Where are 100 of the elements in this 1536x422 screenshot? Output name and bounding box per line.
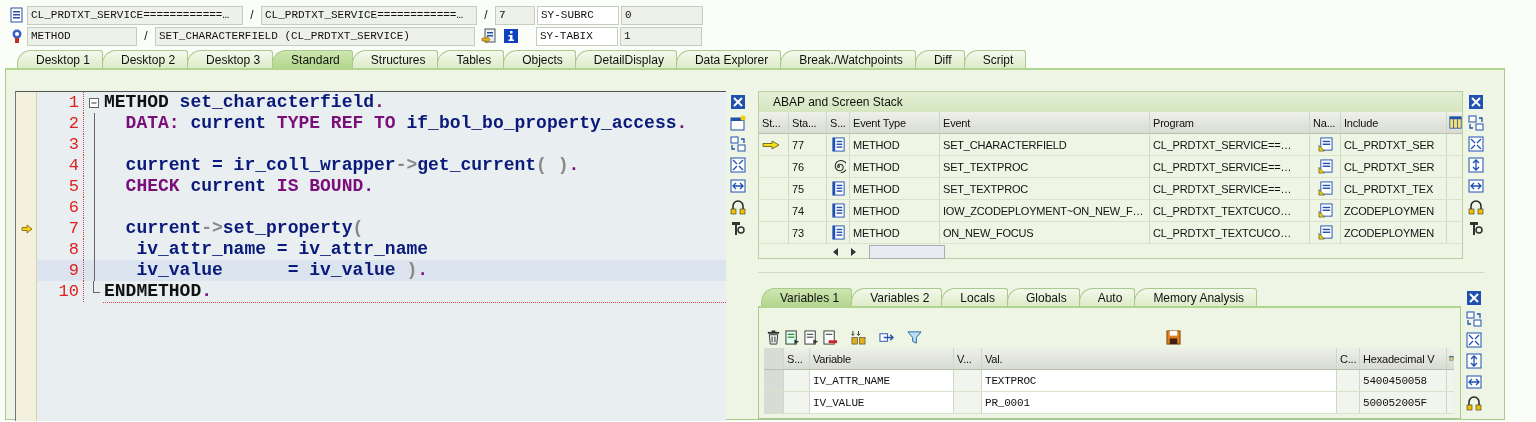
arch-icon[interactable] [730, 199, 746, 215]
document-remove-icon[interactable] [823, 330, 838, 345]
column-header[interactable]: Variable [810, 348, 954, 369]
tab[interactable]: Memory Analysis [1134, 288, 1258, 306]
table-cell: ZCODEPLOYMEN [1341, 222, 1447, 243]
table-cell: 5400450058 [1360, 370, 1447, 391]
line-field[interactable]: 7 [495, 5, 535, 25]
variable-input[interactable]: IV_VALUE [810, 392, 954, 413]
event-type-field[interactable]: METHOD [27, 26, 137, 46]
close-icon[interactable] [1468, 94, 1484, 110]
tab[interactable]: Desktop 3 [187, 50, 274, 68]
scroll-left-icon[interactable] [833, 248, 838, 256]
tab[interactable]: DetailDisplay [574, 50, 677, 68]
tab[interactable]: Diff [914, 50, 965, 68]
export-arrow-icon[interactable] [879, 330, 894, 345]
column-header[interactable]: St... [759, 112, 789, 133]
arch-icon[interactable] [1466, 395, 1482, 411]
program-field[interactable]: CL_PRDTXT_SERVICE============… [27, 5, 243, 25]
column-header[interactable]: Sta... [789, 112, 827, 133]
expand-icon[interactable] [730, 157, 746, 173]
column-header[interactable]: Na... [1310, 112, 1341, 133]
vertical-arrows-icon[interactable] [1468, 157, 1484, 173]
horizontal-arrows-icon[interactable] [1466, 374, 1482, 390]
tab[interactable]: Locals [941, 288, 1008, 306]
swap-icon[interactable] [730, 136, 746, 152]
expand-icon[interactable] [1468, 136, 1484, 152]
tool-icon[interactable] [1468, 220, 1484, 236]
info-icon[interactable] [503, 28, 519, 44]
scrollbar-thumb[interactable] [869, 245, 945, 259]
tab[interactable]: Desktop 1 [17, 50, 104, 68]
column-settings-icon[interactable] [1449, 115, 1462, 130]
line-number: 3 [37, 134, 84, 155]
navigate-icon[interactable] [1317, 137, 1333, 152]
navigate-icon[interactable] [1317, 225, 1333, 240]
column-header[interactable]: Event Type [850, 112, 940, 133]
close-icon[interactable] [1466, 290, 1482, 306]
line-number: 9 [37, 260, 84, 281]
column-header[interactable]: Include [1341, 112, 1447, 133]
arch-icon[interactable] [1468, 199, 1484, 215]
tab[interactable]: Objects [503, 50, 576, 68]
field-name-input[interactable]: SY-TABIX [536, 26, 618, 46]
tab[interactable]: Break./Watchpoints [780, 50, 916, 68]
table-cell: METHOD [850, 156, 940, 177]
funnel-icon[interactable] [907, 330, 922, 345]
table-cell: 73 [789, 222, 827, 243]
tab[interactable]: Desktop 2 [102, 50, 189, 68]
expand-icon[interactable] [1466, 332, 1482, 348]
include-field[interactable]: CL_PRDTXT_SERVICE============… [261, 5, 477, 25]
tab[interactable]: Globals [1007, 288, 1080, 306]
tab[interactable]: Script [963, 50, 1027, 68]
table-cell: 77 [789, 134, 827, 155]
column-header[interactable]: S... [784, 348, 810, 369]
column-header[interactable]: Hexadecimal V [1360, 348, 1447, 369]
close-icon[interactable] [730, 94, 746, 110]
horizontal-arrows-icon[interactable] [730, 178, 746, 194]
variable-input[interactable]: IV_ATTR_NAME [810, 370, 954, 391]
table-cell: 500052005F [1360, 392, 1447, 413]
separator-text: / [143, 29, 149, 43]
tab[interactable]: Auto [1078, 288, 1136, 306]
navigate-icon[interactable] [1317, 181, 1333, 196]
column-header[interactable]: C... [1337, 348, 1360, 369]
swap-icon[interactable] [1466, 311, 1482, 327]
navigate-icon[interactable] [1317, 159, 1333, 174]
tab[interactable]: Structures [351, 50, 439, 68]
column-header[interactable]: Program [1150, 112, 1310, 133]
trash-icon[interactable] [766, 330, 781, 345]
line-number: 10 [37, 281, 84, 302]
list-edit-icon[interactable] [481, 28, 497, 44]
new-document-icon[interactable] [730, 115, 746, 131]
code-line: iv_attr_name = iv_attr_name [135, 239, 430, 260]
scroll-right-icon[interactable] [851, 248, 856, 256]
table-cell: CL_PRDTXT_TEXTCUCO… [1150, 200, 1310, 221]
column-header[interactable]: Event [940, 112, 1150, 133]
navigate-icon[interactable] [1317, 203, 1333, 218]
move-down-icon[interactable] [851, 330, 866, 345]
event-field[interactable]: SET_CHARACTERFIELD (CL_PRDTXT_SERVICE) [155, 26, 475, 46]
document-icon [830, 137, 846, 152]
code-line: iv_value = iv_value ). [135, 260, 430, 281]
document-icon [830, 225, 846, 240]
field-name-input[interactable]: SY-SUBRC [537, 5, 619, 25]
column-header[interactable]: Val. [982, 348, 1337, 369]
tool-icon[interactable] [730, 220, 746, 236]
collapse-icon[interactable] [89, 97, 99, 108]
vertical-arrows-icon[interactable] [1466, 353, 1482, 369]
tab[interactable]: Data Explorer [675, 50, 782, 68]
tab[interactable]: Variables 2 [851, 288, 943, 306]
field-value: 1 [620, 26, 702, 46]
tab[interactable]: Standard [272, 50, 353, 68]
column-header[interactable]: S... [827, 112, 850, 133]
column-header[interactable]: V... [954, 348, 982, 369]
panel-title: ABAP and Screen Stack [759, 92, 1462, 112]
tab[interactable]: Variables 1 [761, 288, 853, 306]
current-arrow-icon [762, 139, 780, 150]
tab[interactable]: Tables [437, 50, 505, 68]
table-cell: METHOD [850, 134, 940, 155]
save-icon[interactable] [1166, 330, 1181, 345]
horizontal-arrows-icon[interactable] [1468, 178, 1484, 194]
code-line: DATA: current TYPE REF TO if_bol_bo_property_access. [124, 113, 689, 134]
swap-icon[interactable] [1468, 115, 1484, 131]
table-cell: TEXTPROC [982, 370, 1337, 391]
